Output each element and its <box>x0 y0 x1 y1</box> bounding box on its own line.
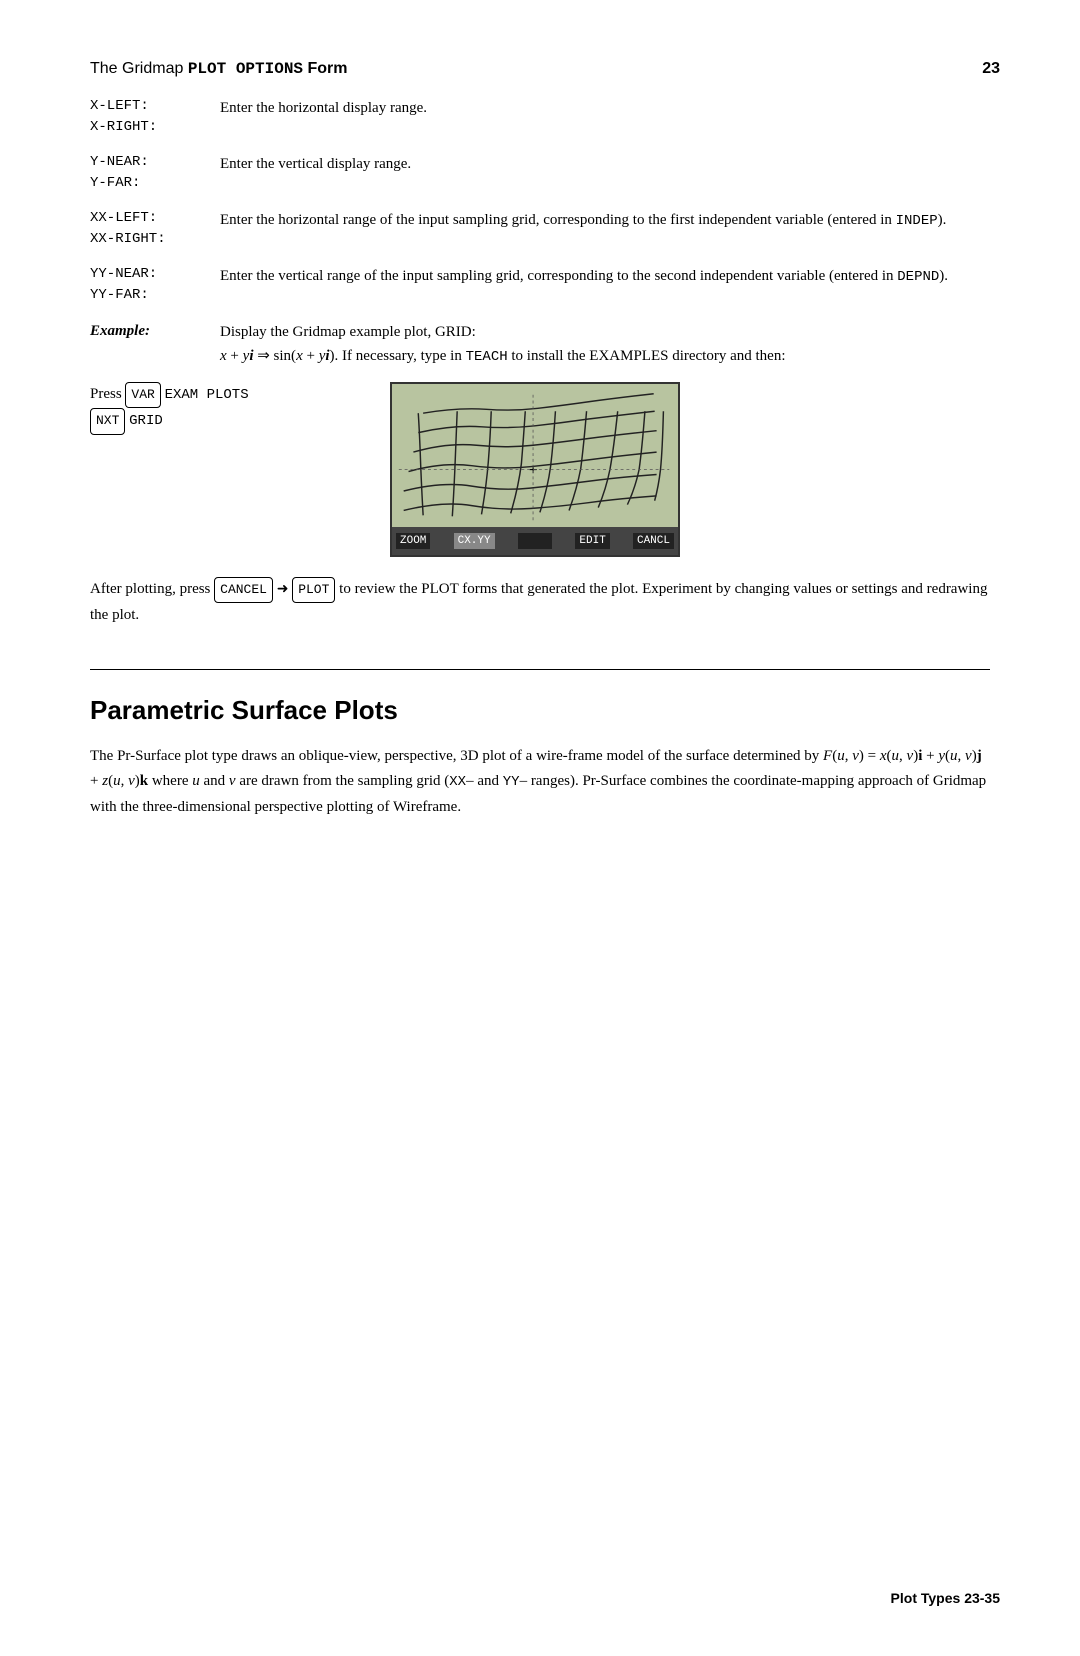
gridmap-plot-svg: + <box>392 384 678 527</box>
zoom-button[interactable]: ZOOM <box>396 533 430 549</box>
def-term-xxleft: XX-LEFT:XX-RIGHT: <box>90 208 220 250</box>
cxxy-button[interactable]: CX.YY <box>454 533 495 549</box>
def-desc-yynear: Enter the vertical range of the input sa… <box>220 264 990 288</box>
def-term-xleft: X-LEFT:X-RIGHT: <box>90 96 220 138</box>
cancl-button[interactable]: CANCL <box>633 533 674 549</box>
parametric-section-title: Parametric Surface Plots <box>90 695 990 726</box>
def-desc-xxleft: Enter the horizontal range of the input … <box>220 208 990 232</box>
var-key[interactable]: VAR <box>125 382 160 408</box>
press-section: Press VAR EXAM PLOTS NXT GRID <box>90 382 990 557</box>
definition-table: X-LEFT:X-RIGHT: Enter the horizontal dis… <box>90 96 990 368</box>
press-text: Press VAR EXAM PLOTS NXT GRID <box>90 382 350 434</box>
def-term-yynear: YY-NEAR:YY-FAR: <box>90 264 220 306</box>
nxt-key[interactable]: NXT <box>90 408 125 434</box>
def-desc-xleft: Enter the horizontal display range. <box>220 96 990 120</box>
calc-screen-inner: + <box>392 384 678 527</box>
calc-screen-bar: ZOOM CX.YY EDIT CANCL <box>392 527 678 555</box>
parametric-body: The Pr-Surface plot type draws an obliqu… <box>90 744 990 821</box>
plot-key[interactable]: PLOT <box>292 577 335 603</box>
calculator-screen: + ZOOM CX.YY EDIT CANCL <box>390 382 680 557</box>
edit-button[interactable]: EDIT <box>575 533 609 549</box>
gridmap-section-heading: The Gridmap PLOT OPTIONS Form <box>90 60 990 78</box>
page-footer: Plot Types 23-35 <box>891 1590 1000 1606</box>
def-desc-ynear: Enter the vertical display range. <box>220 152 990 176</box>
after-plot-text: After plotting, press CANCEL ➜ PLOT to r… <box>90 577 990 629</box>
empty-button <box>518 533 552 549</box>
def-desc-example: Display the Gridmap example plot, GRID: … <box>220 320 990 368</box>
def-row-yynear: YY-NEAR:YY-FAR: Enter the vertical range… <box>90 264 990 306</box>
page-number-top: 23 <box>982 60 1000 78</box>
def-row-xleft: X-LEFT:X-RIGHT: Enter the horizontal dis… <box>90 96 990 138</box>
def-term-example: Example: <box>90 320 220 343</box>
arrow-icon: ➜ <box>277 578 289 602</box>
section-divider <box>90 669 990 670</box>
def-row-example: Example: Display the Gridmap example plo… <box>90 320 990 368</box>
def-term-ynear: Y-NEAR:Y-FAR: <box>90 152 220 194</box>
cancel-key[interactable]: CANCEL <box>214 577 273 603</box>
def-row-ynear: Y-NEAR:Y-FAR: Enter the vertical display… <box>90 152 990 194</box>
def-row-xxleft: XX-LEFT:XX-RIGHT: Enter the horizontal r… <box>90 208 990 250</box>
